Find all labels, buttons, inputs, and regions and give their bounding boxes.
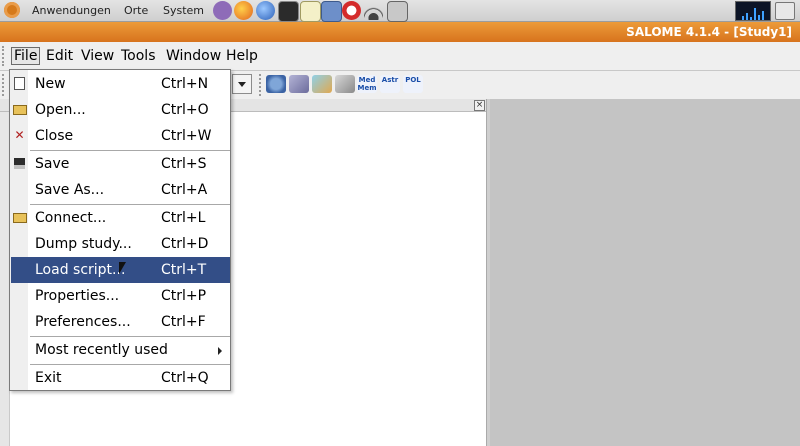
window-titlebar[interactable]: SALOME 4.1.4 - [Study1] xyxy=(0,22,800,42)
file-menu-label: Connect... xyxy=(35,210,107,226)
pol-module-button[interactable]: POL xyxy=(403,75,423,93)
file-menu-shortcut: Ctrl+F xyxy=(161,314,206,330)
menu-tools[interactable]: Tools xyxy=(121,48,156,64)
menubar: File Edit View Tools Window Help xyxy=(0,42,800,71)
file-menu-item-most-recently-used[interactable]: Most recently used xyxy=(11,337,230,363)
mouse-pointer-icon xyxy=(119,262,126,274)
file-menu-shortcut: Ctrl+P xyxy=(161,288,207,304)
menu-edit[interactable]: Edit xyxy=(46,48,73,64)
file-menu-label: Dump study... xyxy=(35,236,132,252)
file-menu-shortcut: Ctrl+N xyxy=(161,76,209,92)
opera-icon[interactable] xyxy=(342,1,361,20)
close-x-icon: ✕ xyxy=(14,128,25,142)
file-menu-label: Most recently used xyxy=(35,342,168,358)
save-disk-icon xyxy=(14,158,25,169)
file-menu-shortcut: Ctrl+T xyxy=(161,262,207,278)
file-menu-item-close[interactable]: ✕ Close Ctrl+W xyxy=(11,123,230,149)
file-menu-shortcut: Ctrl+Q xyxy=(161,370,209,386)
gnome-top-panel: Anwendungen Orte System xyxy=(0,0,800,22)
ubuntu-logo-icon[interactable] xyxy=(4,2,20,18)
file-menu-shortcut: Ctrl+A xyxy=(161,182,208,198)
file-menu-shortcut: Ctrl+L xyxy=(161,210,206,226)
battery-icon[interactable] xyxy=(775,2,795,20)
terminal-icon[interactable] xyxy=(278,1,299,22)
file-menu-item-properties[interactable]: Properties... Ctrl+P xyxy=(11,283,230,309)
file-menu-shortcut: Ctrl+W xyxy=(161,128,212,144)
toolbar-grip-2[interactable] xyxy=(259,74,264,96)
file-menu-item-connect[interactable]: Connect... Ctrl+L xyxy=(11,205,230,231)
geometry-module-button[interactable] xyxy=(266,75,286,93)
gnome-menu-system[interactable]: System xyxy=(163,0,204,21)
menu-file[interactable]: File xyxy=(11,47,41,65)
help-icon[interactable] xyxy=(213,1,232,20)
connect-folder-icon xyxy=(13,213,27,223)
module-selector-dropdown[interactable] xyxy=(232,74,252,94)
dock-close-button[interactable]: × xyxy=(474,100,485,111)
new-document-icon xyxy=(14,77,25,90)
file-menu-label: Preferences... xyxy=(35,314,131,330)
file-menu-label: Exit xyxy=(35,370,62,386)
network-icon[interactable] xyxy=(364,1,383,20)
menubar-grip[interactable] xyxy=(2,46,7,66)
notes-icon[interactable] xyxy=(300,1,321,22)
package-icon[interactable] xyxy=(387,1,408,22)
file-menu-item-preferences[interactable]: Preferences... Ctrl+F xyxy=(11,309,230,335)
file-menu-label: Close xyxy=(35,128,74,144)
menu-view[interactable]: View xyxy=(81,48,114,64)
file-menu-item-exit[interactable]: Exit Ctrl+Q xyxy=(11,365,230,391)
gnome-menu-places[interactable]: Orte xyxy=(124,0,148,21)
editor-icon[interactable] xyxy=(321,1,342,22)
toolbar-grip[interactable] xyxy=(2,74,7,96)
supervisor-module-button[interactable] xyxy=(335,75,355,93)
globe-icon[interactable] xyxy=(256,1,275,20)
file-menu-label: Save xyxy=(35,156,70,172)
window-title: SALOME 4.1.4 - [Study1] xyxy=(626,25,792,39)
menu-window[interactable]: Window xyxy=(166,48,221,64)
file-menu-label: Open... xyxy=(35,102,86,118)
submenu-arrow-icon xyxy=(218,347,222,355)
gnome-menu-applications[interactable]: Anwendungen xyxy=(32,0,111,21)
viewer-area[interactable] xyxy=(490,99,800,446)
file-menu-shortcut: Ctrl+S xyxy=(161,156,207,172)
menu-help[interactable]: Help xyxy=(226,48,258,64)
file-menu-item-new[interactable]: New Ctrl+N xyxy=(11,71,230,97)
mesh-module-button[interactable] xyxy=(289,75,309,93)
file-menu-item-dump-study[interactable]: Dump study... Ctrl+D xyxy=(11,231,230,257)
file-menu-shortcut: Ctrl+D xyxy=(161,236,209,252)
firefox-icon[interactable] xyxy=(234,1,253,20)
file-menu-item-open[interactable]: Open... Ctrl+O xyxy=(11,97,230,123)
file-menu-label: Properties... xyxy=(35,288,120,304)
file-menu-item-save[interactable]: Save Ctrl+S xyxy=(11,151,230,177)
file-menu-dropdown: New Ctrl+N Open... Ctrl+O ✕ Close Ctrl+W… xyxy=(9,69,231,391)
file-menu-item-save-as[interactable]: Save As... Ctrl+A xyxy=(11,177,230,203)
aster-module-button[interactable]: Astr xyxy=(380,75,400,93)
file-menu-label: New xyxy=(35,76,66,92)
system-monitor-applet[interactable] xyxy=(735,1,771,21)
post-pro-module-button[interactable] xyxy=(312,75,332,93)
file-menu-label: Load script... xyxy=(35,262,126,278)
med-module-button[interactable]: Med Mem xyxy=(357,75,377,93)
file-menu-shortcut: Ctrl+O xyxy=(161,102,209,118)
file-menu-label: Save As... xyxy=(35,182,105,198)
open-folder-icon xyxy=(13,105,27,115)
